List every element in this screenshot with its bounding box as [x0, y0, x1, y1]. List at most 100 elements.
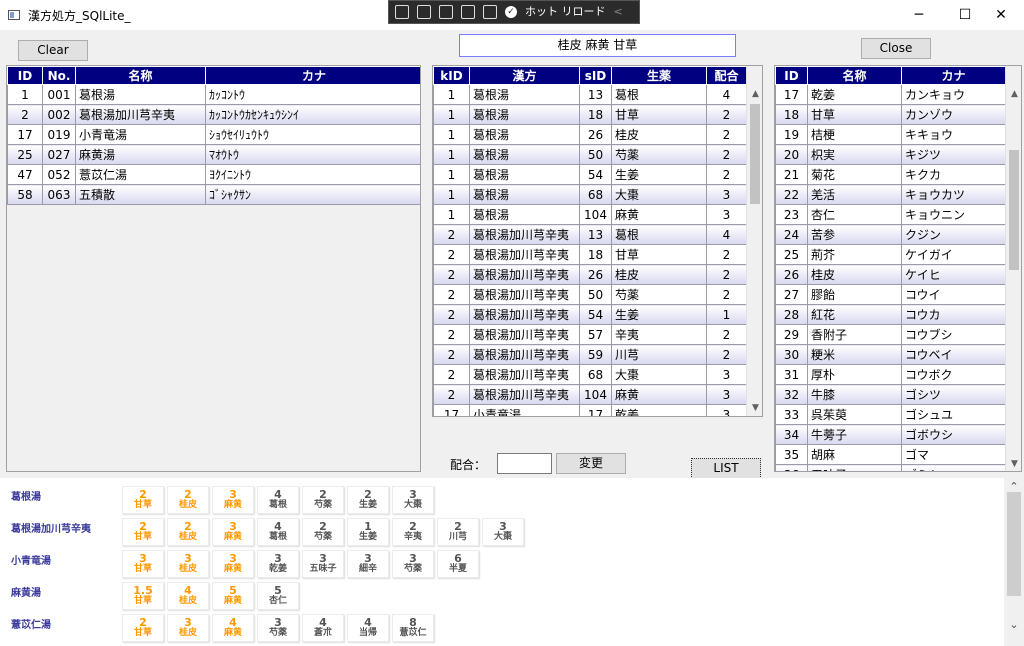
- table-cell[interactable]: 2: [706, 244, 747, 265]
- table-cell[interactable]: 葛根湯: [469, 204, 580, 225]
- haigo-input[interactable]: [497, 453, 552, 474]
- table-row[interactable]: 34 牛蒡子 ゴボウシ: [775, 424, 1006, 445]
- table-cell[interactable]: 17: [433, 404, 470, 416]
- table-cell[interactable]: 葛根湯加川芎辛夷: [469, 304, 580, 325]
- right_table-header-2[interactable]: カナ: [901, 66, 1006, 85]
- herb-amount-cell[interactable]: 2 桂皮: [167, 518, 209, 546]
- formula-scrollbar[interactable]: ▲ ▼: [746, 66, 762, 416]
- table-cell[interactable]: 1: [433, 104, 470, 125]
- table-cell[interactable]: 54: [579, 304, 612, 325]
- left_table-header-3[interactable]: カナ: [205, 66, 420, 85]
- summary-scrollbar[interactable]: ⌃ ⌄: [1004, 478, 1024, 646]
- table-cell[interactable]: ケイガイ: [901, 244, 1006, 265]
- table-cell[interactable]: 2: [433, 364, 470, 385]
- table-cell[interactable]: 1: [433, 124, 470, 145]
- middle_table-header-2[interactable]: sID: [579, 66, 612, 85]
- table-cell[interactable]: 50: [579, 284, 612, 305]
- display-layout-icon[interactable]: [439, 5, 453, 19]
- table-cell[interactable]: 57: [579, 324, 612, 345]
- herb-amount-cell[interactable]: 3 麻黄: [212, 486, 254, 514]
- herb-amount-cell[interactable]: 4 葛根: [257, 486, 299, 514]
- table-cell[interactable]: 胡麻: [807, 444, 902, 465]
- scroll-down-icon[interactable]: ▼: [747, 400, 762, 416]
- table-row[interactable]: 2 葛根湯加川芎辛夷 59 川芎 2: [433, 344, 747, 365]
- table-cell[interactable]: 1: [433, 144, 470, 165]
- table-row[interactable]: 1 葛根湯 104 麻黄 3: [433, 204, 747, 225]
- table-cell[interactable]: キジツ: [901, 144, 1006, 165]
- left_table-header-1[interactable]: No.: [42, 66, 76, 85]
- table-row[interactable]: 17 019 小青竜湯 ｼｮｳｾｲﾘｭｳﾄｳ: [7, 124, 420, 145]
- table-row[interactable]: 29 香附子 コウブシ: [775, 324, 1006, 345]
- table-row[interactable]: 1 葛根湯 68 大棗 3: [433, 184, 747, 205]
- table-cell[interactable]: 1: [433, 164, 470, 185]
- table-cell[interactable]: 50: [579, 144, 612, 165]
- table-cell[interactable]: 1: [7, 84, 43, 105]
- table-cell[interactable]: 2: [706, 164, 747, 185]
- table-cell[interactable]: 1: [433, 84, 470, 105]
- hot-reload-label[interactable]: ホット リロード: [525, 1, 606, 23]
- table-cell[interactable]: 2: [433, 304, 470, 325]
- table-cell[interactable]: 2: [706, 344, 747, 365]
- table-cell[interactable]: 26: [579, 264, 612, 285]
- table-cell[interactable]: 葛根湯: [469, 84, 580, 105]
- table-cell[interactable]: クジン: [901, 224, 1006, 245]
- table-cell[interactable]: 3: [706, 184, 747, 205]
- table-cell[interactable]: 葛根: [611, 84, 707, 105]
- table-row[interactable]: 2 葛根湯加川芎辛夷 26 桂皮 2: [433, 264, 747, 285]
- table-row[interactable]: 2 葛根湯加川芎辛夷 54 生姜 1: [433, 304, 747, 325]
- table-cell[interactable]: 甘草: [611, 244, 707, 265]
- table-cell[interactable]: 27: [775, 284, 808, 305]
- table-cell[interactable]: 36: [775, 464, 808, 471]
- table-cell[interactable]: 19: [775, 124, 808, 145]
- table-cell[interactable]: 2: [706, 324, 747, 345]
- table-cell[interactable]: キクカ: [901, 164, 1006, 185]
- table-cell[interactable]: 麻黄: [611, 384, 707, 405]
- scroll-thumb[interactable]: [750, 104, 760, 204]
- table-row[interactable]: 32 牛膝 ゴシツ: [775, 384, 1006, 405]
- table-cell[interactable]: 桔梗: [807, 124, 902, 145]
- table-cell[interactable]: キョウニン: [901, 204, 1006, 225]
- table-row[interactable]: 1 葛根湯 26 桂皮 2: [433, 124, 747, 145]
- table-cell[interactable]: ゴミシ: [901, 464, 1006, 471]
- table-cell[interactable]: 乾姜: [807, 84, 902, 105]
- table-cell[interactable]: 4: [706, 224, 747, 245]
- table-cell[interactable]: 葛根湯加川芎辛夷: [75, 104, 206, 125]
- table-row[interactable]: 18 甘草 カンゾウ: [775, 104, 1006, 125]
- scroll-up-icon[interactable]: ▲: [747, 86, 762, 103]
- scroll-up-icon[interactable]: ▲: [1006, 86, 1021, 103]
- table-cell[interactable]: 甘草: [611, 104, 707, 125]
- table-cell[interactable]: 59: [579, 344, 612, 365]
- table-cell[interactable]: 辛夷: [611, 324, 707, 345]
- table-cell[interactable]: 小青竜湯: [469, 404, 580, 416]
- table-cell[interactable]: 葛根湯加川芎辛夷: [469, 244, 580, 265]
- table-cell[interactable]: コウイ: [901, 284, 1006, 305]
- herb-amount-cell[interactable]: 2 甘草: [122, 614, 164, 642]
- table-cell[interactable]: 2: [706, 124, 747, 145]
- table-cell[interactable]: キキョウ: [901, 124, 1006, 145]
- table-cell[interactable]: ｼｮｳｾｲﾘｭｳﾄｳ: [205, 124, 420, 145]
- table-cell[interactable]: 芍薬: [611, 144, 707, 165]
- table-cell[interactable]: ｶｯｺﾝﾄｳ: [205, 84, 420, 105]
- herb-amount-cell[interactable]: 3 大棗: [482, 518, 524, 546]
- table-cell[interactable]: 葛根湯加川芎辛夷: [469, 284, 580, 305]
- table-cell[interactable]: 104: [579, 204, 612, 225]
- table-cell[interactable]: 葛根湯: [469, 124, 580, 145]
- table-cell[interactable]: 17: [579, 404, 612, 416]
- table-cell[interactable]: 32: [775, 384, 808, 405]
- table-cell[interactable]: 葛根湯加川芎辛夷: [469, 324, 580, 345]
- herb-amount-cell[interactable]: 3 乾姜: [257, 550, 299, 578]
- table-cell[interactable]: 33: [775, 404, 808, 425]
- herb-amount-cell[interactable]: 2 生姜: [347, 486, 389, 514]
- table-cell[interactable]: 2: [706, 104, 747, 125]
- table-cell[interactable]: ﾖｸｲﾆﾝﾄｳ: [205, 164, 420, 185]
- table-cell[interactable]: 苦参: [807, 224, 902, 245]
- table-cell[interactable]: 17: [775, 84, 808, 105]
- table-cell[interactable]: 桂皮: [807, 264, 902, 285]
- table-cell[interactable]: 小青竜湯: [75, 124, 206, 145]
- herb-amount-cell[interactable]: 3 桂皮: [167, 550, 209, 578]
- table-cell[interactable]: 002: [42, 104, 76, 125]
- table-cell[interactable]: 葛根湯加川芎辛夷: [469, 384, 580, 405]
- herb-amount-cell[interactable]: 3 桂皮: [167, 614, 209, 642]
- herb-amount-cell[interactable]: 2 川芎: [437, 518, 479, 546]
- live-tree-icon[interactable]: [395, 5, 409, 19]
